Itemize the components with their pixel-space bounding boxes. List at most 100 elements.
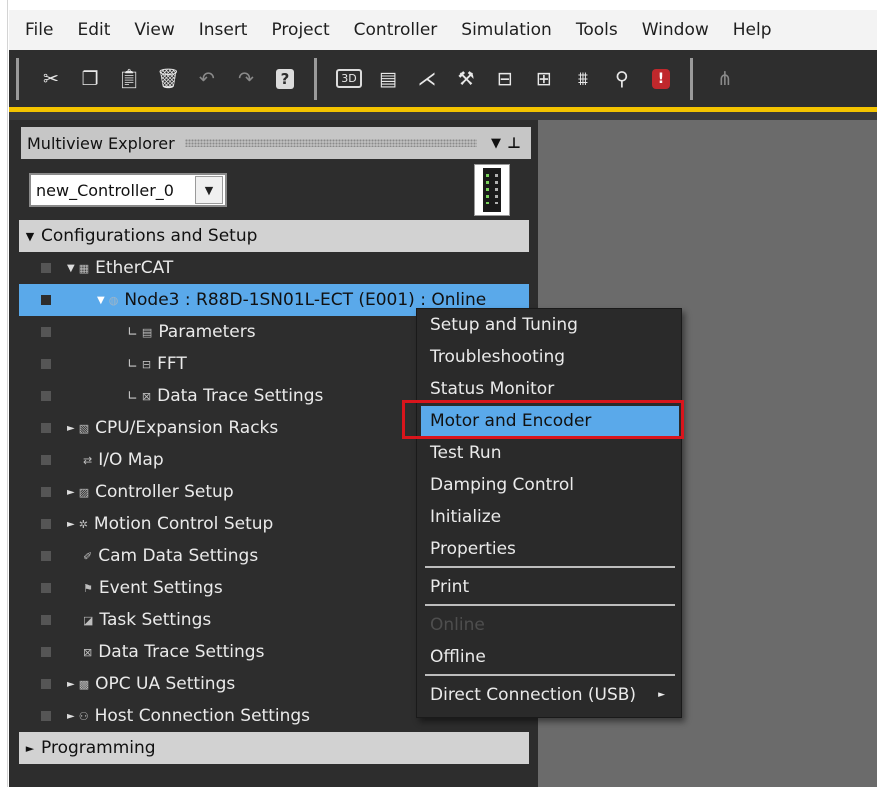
- expand-arrow-icon[interactable]: ►: [67, 519, 75, 530]
- undo-icon[interactable]: ↶: [189, 64, 225, 94]
- fft-icon: ⊟: [141, 357, 152, 371]
- controller-select-value: new_Controller_0: [36, 180, 174, 200]
- status-marker: [41, 359, 51, 369]
- status-marker: [41, 295, 51, 305]
- gear-icon: ✲: [78, 517, 88, 531]
- toolbar-view-group: 3D ▤ ⋌ ⚒ ⊟ ⊞ ⩩ ⚲ !: [314, 57, 686, 100]
- data-trace-icon: ⊠: [83, 645, 93, 659]
- controller-device-icon[interactable]: [474, 164, 510, 216]
- chevron-down-icon[interactable]: ▼: [195, 176, 223, 204]
- opc-ua-icon: ▩: [78, 677, 90, 691]
- flag-icon: ⚑: [83, 581, 93, 595]
- status-marker: [41, 711, 51, 721]
- menu-file[interactable]: File: [9, 10, 65, 50]
- section-configurations-and-setup[interactable]: ▼ Configurations and Setup: [19, 220, 529, 252]
- menu-separator: [425, 674, 675, 676]
- menu-separator: [425, 604, 675, 606]
- panel-grip[interactable]: [184, 139, 477, 147]
- menu-simulation[interactable]: Simulation: [449, 10, 564, 50]
- alert-icon[interactable]: !: [643, 64, 679, 94]
- online-icon[interactable]: ⊟: [487, 64, 523, 94]
- menu-tools[interactable]: Tools: [564, 10, 630, 50]
- menu-project[interactable]: Project: [259, 10, 341, 50]
- more-icon[interactable]: ⋔: [707, 64, 743, 94]
- host-connection-icon: ⚇: [78, 709, 89, 723]
- redo-icon[interactable]: ↷: [228, 64, 264, 94]
- controller-select[interactable]: new_Controller_0 ▼: [29, 173, 227, 207]
- menu-item-initialize[interactable]: Initialize: [421, 502, 679, 532]
- tools-icon[interactable]: ⚒: [448, 64, 484, 94]
- paste-icon[interactable]: 📋︎: [111, 64, 147, 94]
- tree-item-ethercat[interactable]: ▼ ▦ EtherCAT: [19, 252, 529, 284]
- status-marker: [41, 423, 51, 433]
- expand-arrow-icon[interactable]: ►: [67, 679, 75, 690]
- menu-item-test-run[interactable]: Test Run: [421, 438, 679, 468]
- parameters-icon: ▤: [141, 325, 153, 339]
- menu-item-offline[interactable]: Offline: [421, 642, 679, 672]
- menu-item-online: Online: [430, 615, 485, 635]
- cam-icon: ✐: [83, 549, 93, 563]
- cut-icon[interactable]: ✂: [33, 64, 69, 94]
- ethercat-icon: ▦: [78, 261, 90, 275]
- menu-item-direct-connection-usb[interactable]: Direct Connection (USB) ►: [421, 680, 679, 710]
- status-marker: [41, 487, 51, 497]
- monitor-icon[interactable]: ⊞: [526, 64, 562, 94]
- menu-item-setup-and-tuning[interactable]: Setup and Tuning: [421, 310, 679, 340]
- panel-title: Multiview Explorer: [27, 133, 175, 153]
- expand-arrow-icon[interactable]: ►: [67, 423, 75, 434]
- menu-item-damping-control[interactable]: Damping Control: [421, 470, 679, 500]
- controller-setup-icon: ▨: [78, 485, 90, 499]
- data-trace-icon: ⊠: [141, 389, 152, 403]
- section-programming[interactable]: ► Programming: [19, 732, 529, 764]
- status-marker: [41, 647, 51, 657]
- status-marker: [41, 455, 51, 465]
- menu-help[interactable]: Help: [721, 10, 784, 50]
- panel-header: Multiview Explorer ▼ ⊥: [21, 127, 531, 159]
- menu-item-label: Direct Connection (USB): [430, 685, 637, 705]
- panel-menu-icon[interactable]: ▼: [487, 136, 505, 151]
- submenu-arrow-icon: ►: [658, 690, 665, 700]
- menu-item-print[interactable]: Print: [421, 572, 679, 602]
- chart-icon[interactable]: ⩩: [565, 64, 601, 94]
- copy-icon[interactable]: ❐: [72, 64, 108, 94]
- servo-node-icon: ◍: [108, 293, 119, 307]
- help-icon[interactable]: ?: [267, 64, 303, 94]
- section-label: Programming: [41, 738, 156, 758]
- build-icon[interactable]: ⋌: [409, 64, 445, 94]
- menu-window[interactable]: Window: [630, 10, 721, 50]
- menu-item-properties[interactable]: Properties: [421, 534, 679, 564]
- expand-arrow-icon[interactable]: ▼: [97, 295, 105, 306]
- search-icon[interactable]: ⚲: [604, 64, 640, 94]
- status-marker: [41, 519, 51, 529]
- section-label: Configurations and Setup: [41, 226, 258, 246]
- window-left-edge: [0, 0, 8, 787]
- highlight-annotation-box: [402, 400, 684, 439]
- menu-view[interactable]: View: [122, 10, 186, 50]
- status-marker: [41, 679, 51, 689]
- expand-arrow-icon[interactable]: ►: [67, 487, 75, 498]
- 3d-view-icon[interactable]: 3D: [331, 64, 367, 94]
- expand-arrow-icon[interactable]: ▼: [67, 263, 75, 274]
- menu-separator: [425, 566, 675, 568]
- toolbar-shadow: [9, 112, 877, 120]
- status-marker: [41, 583, 51, 593]
- status-marker: [41, 391, 51, 401]
- status-marker: [41, 615, 51, 625]
- layout-icon[interactable]: ▤: [370, 64, 406, 94]
- pin-icon[interactable]: ⊥: [505, 134, 523, 152]
- menu-item-troubleshooting[interactable]: Troubleshooting: [421, 342, 679, 372]
- menu-insert[interactable]: Insert: [187, 10, 260, 50]
- collapse-arrow-icon[interactable]: ▼: [19, 230, 41, 243]
- delete-icon[interactable]: 🗑︎: [150, 64, 186, 94]
- menu-edit[interactable]: Edit: [65, 10, 122, 50]
- toolbar-extra-group: ⋔: [690, 57, 750, 100]
- io-map-icon: ⇄: [83, 453, 93, 467]
- expand-arrow-icon[interactable]: ►: [67, 711, 75, 722]
- menu-controller[interactable]: Controller: [342, 10, 450, 50]
- status-marker: [41, 551, 51, 561]
- status-marker: [41, 327, 51, 337]
- menu-bar: File Edit View Insert Project Controller…: [9, 10, 877, 50]
- expand-arrow-icon[interactable]: ►: [19, 742, 41, 755]
- toolbar: ✂ ❐ 📋︎ 🗑︎ ↶ ↷ ? 3D ▤ ⋌ ⚒ ⊟ ⊞ ⩩ ⚲ ! ⋔: [9, 50, 877, 107]
- rack-icon: ▧: [78, 421, 90, 435]
